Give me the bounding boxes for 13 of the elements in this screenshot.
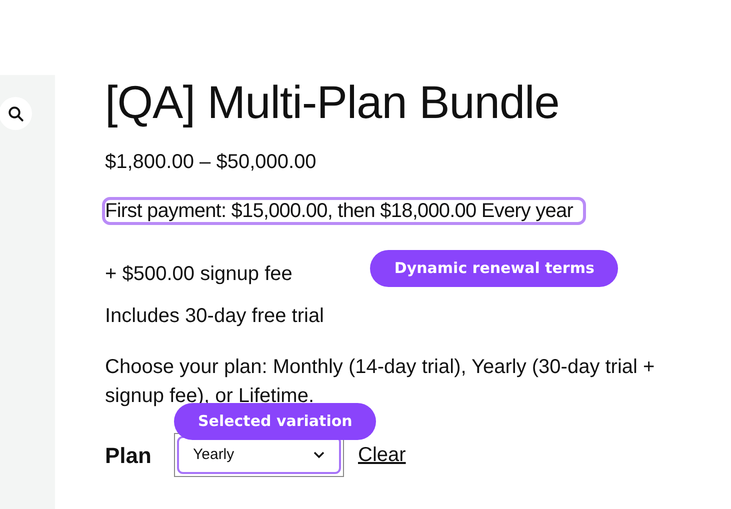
price-range: $1,800.00 – $50,000.00 [105,150,316,175]
clear-link[interactable]: Clear [358,440,406,470]
plan-label: Plan [105,442,152,470]
annotation-badge: Selected variation [174,403,376,440]
chevron-icon [313,451,325,459]
annotation-badge: Dynamic renewal terms [370,250,618,287]
first-payment-text: First payment: $15,000.00, then $18,000.00 Every year [105,200,583,222]
trial-text: Includes 30-day free trial [105,304,324,329]
search-icon [6,104,24,122]
signup-fee: + $500.00 signup fee [105,262,292,287]
plan-select[interactable]: Yearly [177,436,341,474]
search-button[interactable] [0,97,32,130]
product-title: [QA] Multi-Plan Bundle [105,75,560,129]
